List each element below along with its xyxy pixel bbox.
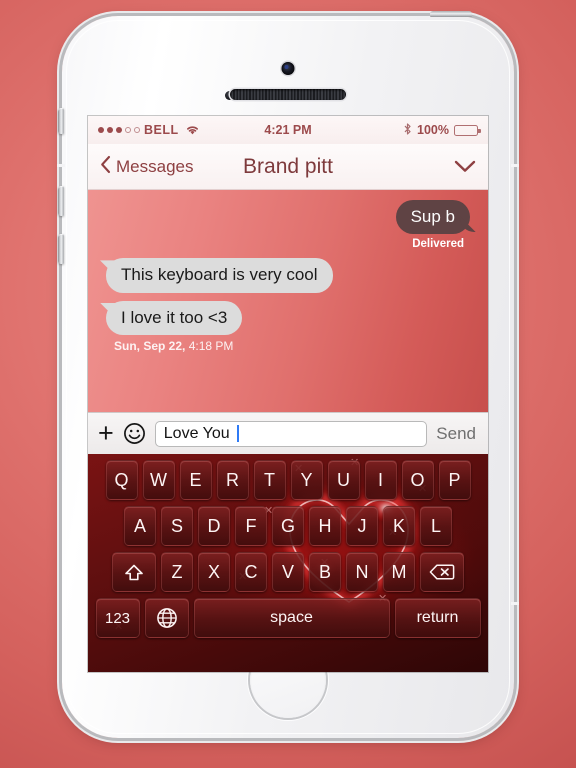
power-button[interactable] [430,11,472,17]
send-button[interactable]: Send [436,424,478,444]
key-b[interactable]: B [309,552,341,592]
key-a[interactable]: A [124,506,156,546]
space-key[interactable]: space [193,598,390,638]
keyboard-row-3: Z X C V B N M [92,552,484,592]
key-i[interactable]: I [364,460,397,500]
message-bubble-received[interactable]: This keyboard is very cool [106,258,333,293]
key-c[interactable]: C [235,552,267,592]
key-v[interactable]: V [272,552,304,592]
key-k[interactable]: K [383,506,415,546]
shift-key[interactable] [112,552,156,592]
battery-icon [454,124,481,136]
backspace-key[interactable] [420,552,464,592]
conversation-thread[interactable]: Sup b Delivered This keyboard is very co… [88,190,488,412]
key-q[interactable]: Q [105,460,138,500]
key-m[interactable]: M [383,552,415,592]
iphone-device: BELL 4:21 PM 100% Messages Brand pitt Su… [57,11,519,738]
globe-icon [156,608,177,628]
numeric-key[interactable]: 123 [95,598,140,638]
message-input-field[interactable]: Love You [154,420,428,447]
message-bubble-sent[interactable]: Sup b [395,200,470,235]
text-cursor [236,425,239,442]
on-screen-keyboard: ✕ ✕ ✕ ✕ ✕ ✕ ✕ ✕ ✕ ✕ ✕ Q W E R T Y U [88,454,488,672]
antenna-band-mark [57,164,65,167]
message-input-bar: + Love You Send [88,412,488,454]
key-h[interactable]: H [309,506,341,546]
keyboard-row-1: Q W E R T Y U I O P [92,460,484,500]
key-x[interactable]: X [198,552,230,592]
bluetooth-icon [403,122,412,139]
navigation-bar: Messages Brand pitt [88,144,488,190]
key-p[interactable]: P [438,460,471,500]
message-bubble-received[interactable]: I love it too <3 [106,300,243,336]
silence-switch[interactable] [58,108,64,134]
front-camera-icon [281,62,295,75]
key-u[interactable]: U [327,460,360,500]
status-bar: BELL 4:21 PM 100% [88,116,488,144]
keyboard-row-4: 123 space return [92,598,484,638]
key-o[interactable]: O [401,460,434,500]
backdrop: BELL 4:21 PM 100% Messages Brand pitt Su… [0,0,576,768]
chevron-down-icon[interactable] [454,160,476,173]
status-bar-right: 100% [403,122,481,139]
key-w[interactable]: W [142,460,175,500]
key-z[interactable]: Z [161,552,193,592]
key-t[interactable]: T [253,460,286,500]
chevron-left-icon [100,155,111,179]
globe-key[interactable] [144,598,189,638]
volume-down-button[interactable] [58,234,64,264]
key-d[interactable]: D [198,506,230,546]
key-l[interactable]: L [420,506,452,546]
key-n[interactable]: N [346,552,378,592]
message-row: I love it too <3 [100,300,476,336]
back-button-label: Messages [116,156,194,176]
timestamp-day: Sun, Sep 22, [114,339,186,354]
antenna-band-mark [511,164,519,167]
message-input-value: Love You [163,424,230,442]
key-f[interactable]: F [235,506,267,546]
key-e[interactable]: E [179,460,212,500]
key-j[interactable]: J [346,506,378,546]
wifi-icon [185,124,200,136]
shift-arrow-icon [125,564,143,580]
return-key[interactable]: return [394,598,481,638]
message-row: Sup b [100,200,476,235]
backspace-icon [429,564,455,580]
key-r[interactable]: R [216,460,249,500]
earpiece-speaker [230,89,346,100]
key-y[interactable]: Y [290,460,323,500]
battery-percent-label: 100% [417,123,449,137]
signal-strength-icon [98,127,140,133]
back-to-messages-button[interactable]: Messages [100,155,193,179]
keyboard-row-2: A S D F G H J K L [92,506,484,546]
conversation-timestamp: Sun, Sep 22, 4:18 PM [114,339,476,353]
delivered-status-label: Delivered [412,238,464,251]
antenna-band-mark [511,602,519,605]
key-g[interactable]: G [272,506,304,546]
key-s[interactable]: S [161,506,193,546]
status-bar-left: BELL [98,123,200,137]
message-row: This keyboard is very cool [100,258,476,293]
carrier-label: BELL [144,123,179,137]
timestamp-time: 4:18 PM [185,339,234,354]
phone-screen: BELL 4:21 PM 100% Messages Brand pitt Su… [88,116,488,672]
smiley-icon[interactable] [123,422,146,445]
volume-up-button[interactable] [58,186,64,216]
plus-icon[interactable]: + [98,420,114,447]
